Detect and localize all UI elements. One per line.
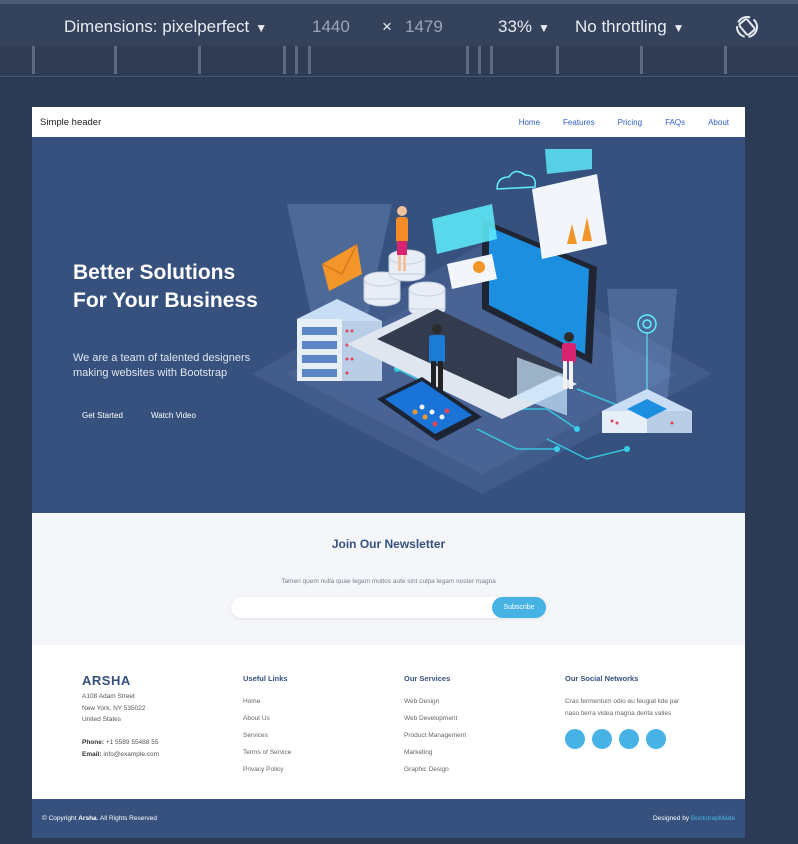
chevron-down-icon: ▼ [538, 21, 550, 35]
newsletter-title: Join Our Newsletter [331, 537, 446, 551]
social-title: Our Social Networks [565, 674, 639, 683]
designer-link[interactable]: BootstrapMade [691, 815, 735, 822]
credits: Designed by BootstrapMade [653, 815, 735, 822]
hero-section: Better Solutions For Your Business We ar… [32, 137, 745, 513]
throttling-dropdown[interactable]: No throttling ▼ [575, 17, 685, 37]
useful-links-title: Useful Links [243, 674, 288, 683]
footer-address: A108 Adam Street New York, NY 535022 Uni… [82, 691, 202, 726]
nav-pricing[interactable]: Pricing [618, 118, 642, 127]
nav-faqs[interactable]: FAQs [665, 118, 685, 127]
facebook-icon[interactable] [592, 729, 612, 749]
linkedin-icon[interactable] [646, 729, 666, 749]
footer-logo: ARSHA [82, 673, 131, 688]
footer-bottom: © Copyright Arsha. All Rights Reserved D… [32, 799, 745, 838]
footer-link-about[interactable]: About Us [243, 715, 291, 732]
email-line: Email: info@example.com [82, 749, 202, 761]
throttling-label: No throttling [575, 17, 667, 36]
email-input[interactable] [241, 600, 485, 617]
copyright-prefix: © Copyright [42, 815, 79, 822]
watch-video-button[interactable]: Watch Video [151, 411, 196, 420]
nav-features[interactable]: Features [563, 118, 595, 127]
address-line: A108 Adam Street [82, 693, 135, 700]
nav-about[interactable]: About [708, 118, 729, 127]
twitter-icon[interactable] [565, 729, 585, 749]
width-input[interactable]: 1440 [312, 17, 350, 37]
phone-line: Phone: +1 5589 55488 55 [82, 737, 202, 749]
email-label: Email: [82, 750, 102, 758]
footer-link-home[interactable]: Home [243, 698, 291, 715]
copyright-suffix: . All Rights Reserved [96, 815, 158, 822]
newsletter-form: Subscribe [231, 597, 546, 618]
rotate-icon[interactable] [734, 14, 760, 40]
designed-by-label: Designed by [652, 815, 691, 822]
footer-service-graphic[interactable]: Graphic Design [404, 766, 466, 783]
chevron-down-icon: ▼ [672, 21, 685, 35]
footer-service-web-dev[interactable]: Web Development [404, 715, 466, 732]
footer-service-product[interactable]: Product Management [404, 732, 466, 749]
copyright: © Copyright Arsha. All Rights Reserved [42, 815, 157, 822]
site-header: Simple header Home Features Pricing FAQs… [32, 107, 745, 138]
newsletter-text: Tamen quem nulla quae legam multos aute … [281, 578, 496, 585]
media-query-bar[interactable] [0, 46, 798, 77]
footer-link-privacy[interactable]: Privacy Policy [243, 766, 291, 783]
email-value: info@example.com [103, 750, 160, 758]
hero-subtitle: We are a team of talented designers maki… [73, 352, 251, 379]
footer-service-web-design[interactable]: Web Design [404, 698, 466, 715]
dimensions-dropdown[interactable]: Dimensions: pixelperfect ▼ [64, 17, 267, 37]
footer-top: ARSHA A108 Adam Street New York, NY 5350… [32, 645, 745, 799]
address-line: United States [82, 716, 122, 723]
address-line: New York, NY 535022 [82, 704, 146, 712]
copyright-brand: Arsha [78, 815, 97, 822]
footer-contact-info: Phone: +1 5589 55488 55 Email: info@exam… [82, 737, 202, 760]
height-input[interactable]: 1479 [405, 17, 443, 37]
device-toolbar: Dimensions: pixelperfect ▼ 1440 × 1479 33… [0, 0, 798, 50]
phone-label: Phone: [82, 739, 105, 746]
chevron-down-icon: ▼ [255, 21, 268, 35]
zoom-dropdown[interactable]: 33% ▼ [498, 17, 550, 37]
footer-service-marketing[interactable]: Marketing [404, 749, 466, 766]
get-started-button[interactable]: Get Started [82, 411, 123, 420]
hero-illustration [252, 149, 712, 494]
footer-link-services[interactable]: Services [243, 732, 291, 749]
dimensions-label: Dimensions: pixelperfect [64, 17, 250, 36]
services-title: Our Services [404, 674, 451, 683]
phone-value: +1 5589 55488 55 [105, 739, 159, 746]
subscribe-button[interactable]: Subscribe [492, 597, 546, 618]
newsletter-section: Join Our Newsletter Tamen quem nulla qua… [32, 513, 745, 645]
zoom-label: 33% [498, 17, 533, 36]
nav-home[interactable]: Home [519, 118, 540, 127]
footer-link-terms[interactable]: Terms of Service [243, 749, 291, 766]
main-nav: Home Features Pricing FAQs About [519, 118, 729, 127]
social-text: Cras fermentum odio eu feugiat lide par … [565, 698, 680, 717]
times-sign: × [382, 17, 392, 36]
site-brand[interactable]: Simple header [40, 117, 101, 128]
hero-title: Better Solutions For Your Business [73, 261, 258, 312]
instagram-icon[interactable] [619, 729, 639, 749]
page-viewport: Simple header Home Features Pricing FAQs… [32, 107, 745, 838]
social-links [565, 729, 666, 749]
